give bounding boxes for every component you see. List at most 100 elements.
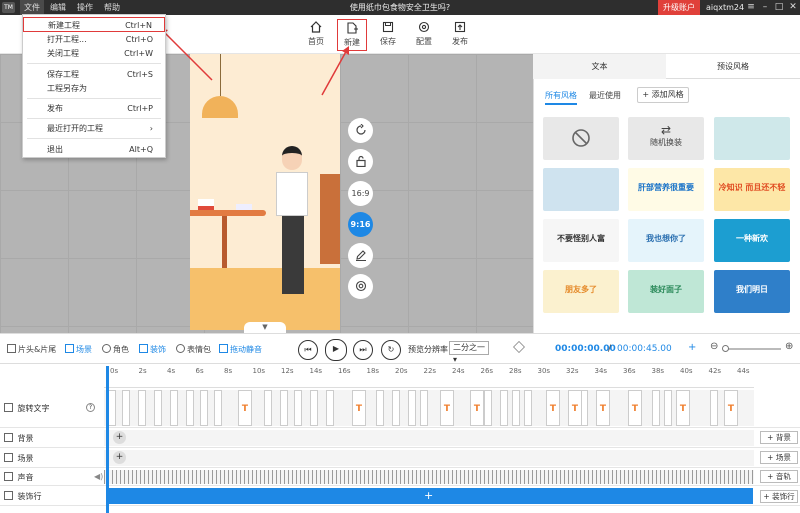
preview-resolution-select[interactable]: 二分之一 ▾ [449, 341, 489, 364]
opt-drag-mute[interactable]: 拖动静音 [219, 344, 262, 355]
track-name: 声音 [17, 473, 34, 482]
text-clip[interactable] [512, 390, 520, 426]
style-card[interactable]: 朋友多了 [543, 270, 619, 313]
add-decoration-button[interactable]: + 装饰行 [760, 490, 798, 503]
play-button[interactable]: ▶ [325, 339, 347, 361]
add-background-clip[interactable]: + [113, 431, 126, 444]
text-clip-t[interactable]: T [546, 390, 560, 426]
text-clip[interactable] [294, 390, 302, 426]
style-card[interactable]: 我们明日 [714, 270, 790, 313]
menu-publish[interactable]: 发布 Ctrl+P [23, 101, 165, 116]
text-clip-t[interactable]: T [676, 390, 690, 426]
ruler-tick-label: 22s [423, 367, 437, 375]
text-clip[interactable] [664, 390, 672, 426]
next-frame-button[interactable]: ⏭ [353, 340, 373, 360]
text-clip[interactable] [138, 390, 146, 426]
text-clip[interactable] [524, 390, 532, 426]
ruler-tick-label: 12s [281, 367, 294, 375]
text-clip-t[interactable]: T [628, 390, 642, 426]
text-clip[interactable] [376, 390, 384, 426]
tab-preset-style[interactable]: 预设风格 [666, 54, 800, 79]
opt-decoration[interactable]: 装饰 [139, 344, 166, 355]
text-clip[interactable] [420, 390, 428, 426]
menu-item-shortcut: Ctrl+W [124, 49, 153, 58]
track-label-background: 背景 [4, 433, 34, 444]
ruler-tick-label: 20s [395, 367, 408, 375]
add-background-button[interactable]: + 背景 [760, 431, 798, 444]
style-card[interactable]: 冷知识 而且还不轻 [714, 168, 790, 211]
zoom-in-icon[interactable]: ⊕ [785, 341, 793, 352]
zoom-slider-handle[interactable] [722, 345, 729, 352]
zoom-out-icon[interactable]: ⊖ [710, 341, 718, 352]
text-clip[interactable] [710, 390, 718, 426]
menu-separator [27, 63, 161, 64]
text-clip-t[interactable]: T [470, 390, 484, 426]
style-card-text: 肝部营养很重要 [638, 183, 694, 192]
text-clip-t[interactable]: T [352, 390, 366, 426]
style-card-text: 随机换装 [650, 138, 682, 147]
prev-frame-button[interactable]: ⏮ [298, 340, 318, 360]
menu-save-project[interactable]: 保存工程 Ctrl+S [23, 67, 165, 82]
text-clip[interactable] [170, 390, 178, 426]
menu-open-project[interactable]: 打开工程... Ctrl+O [23, 32, 165, 47]
add-decoration-clip[interactable]: + [424, 489, 433, 502]
track-lane-scene[interactable] [104, 450, 754, 466]
opt-label: 片头&片尾 [18, 345, 57, 354]
style-card[interactable] [543, 168, 619, 211]
text-clip[interactable] [652, 390, 660, 426]
style-card-none[interactable] [543, 117, 619, 160]
help-icon[interactable]: ? [86, 403, 95, 412]
opt-intro-outro[interactable]: 片头&片尾 [7, 344, 56, 355]
menu-save-as[interactable]: 工程另存为 [23, 81, 165, 96]
add-audio-track-button[interactable]: + 音轨 [760, 470, 798, 483]
text-clip-t[interactable]: T [238, 390, 252, 426]
text-clip-t[interactable]: T [440, 390, 454, 426]
style-card[interactable]: 一种新欢 [714, 219, 790, 262]
text-clip[interactable] [186, 390, 194, 426]
track-lane-background[interactable] [104, 430, 754, 446]
filter-all-styles[interactable]: 所有风格 [545, 90, 577, 105]
text-clip[interactable] [484, 390, 492, 426]
text-clip[interactable] [326, 390, 334, 426]
ruler-tick-label: 26s [480, 367, 494, 375]
add-style-button[interactable]: + 添加风格 [637, 87, 689, 103]
text-clip-t[interactable]: T [596, 390, 610, 426]
text-clip[interactable] [154, 390, 162, 426]
menu-close-project[interactable]: 关闭工程 Ctrl+W [23, 46, 165, 61]
playhead[interactable] [106, 366, 109, 513]
tab-text[interactable]: 文本 [533, 54, 666, 79]
menu-recent-projects[interactable]: 最近打开的工程 › [23, 121, 165, 136]
filter-recent[interactable]: 最近使用 [589, 90, 621, 101]
style-card[interactable]: 我也想你了 [628, 219, 704, 262]
text-clip[interactable] [392, 390, 400, 426]
text-clip[interactable] [500, 390, 508, 426]
add-scene-button[interactable]: + 场景 [760, 451, 798, 464]
opt-emoji[interactable]: 表情包 [176, 344, 211, 355]
audio-waveform[interactable] [104, 470, 754, 484]
menu-new-project[interactable]: 新建工程 Ctrl+N [23, 17, 165, 32]
style-card[interactable]: 装好面子 [628, 270, 704, 313]
replay-button[interactable]: ↻ [381, 340, 401, 360]
text-clip[interactable] [280, 390, 288, 426]
text-clip-t[interactable]: T [724, 390, 738, 426]
text-clip[interactable] [200, 390, 208, 426]
menu-exit[interactable]: 退出 Alt+Q [23, 142, 165, 157]
text-clip[interactable] [122, 390, 130, 426]
text-clip[interactable] [408, 390, 416, 426]
add-time-icon[interactable]: + [688, 342, 696, 353]
text-clip[interactable] [108, 390, 116, 426]
text-clip[interactable] [310, 390, 318, 426]
style-card[interactable] [714, 117, 790, 160]
volume-icon[interactable]: ◀) [94, 472, 103, 481]
style-card[interactable]: 不要怪别人富 [543, 219, 619, 262]
text-clip-t[interactable]: T [568, 390, 582, 426]
text-clip[interactable] [264, 390, 272, 426]
opt-character[interactable]: 角色 [102, 344, 129, 355]
text-clip[interactable] [214, 390, 222, 426]
opt-scene[interactable]: 场景 [65, 344, 92, 355]
style-card[interactable]: 肝部营养很重要 [628, 168, 704, 211]
zoom-slider[interactable] [723, 348, 781, 350]
style-card-random[interactable]: ⇄ 随机换装 [628, 117, 704, 160]
opt-label: 场景 [76, 345, 92, 354]
add-scene-clip[interactable]: + [113, 451, 126, 464]
